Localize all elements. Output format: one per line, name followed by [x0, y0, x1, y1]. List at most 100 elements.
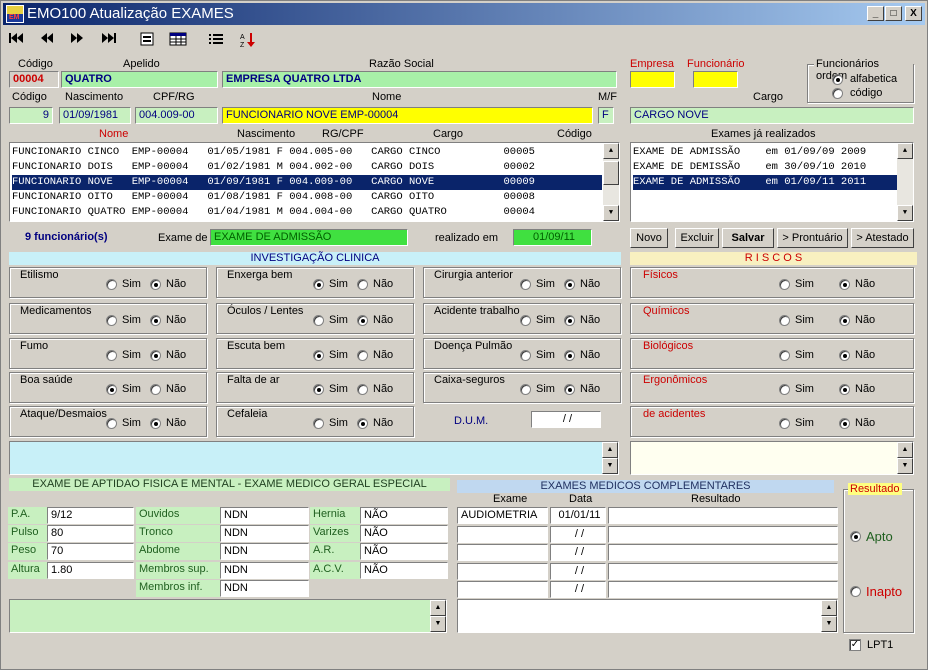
riscos-notes[interactable] — [630, 441, 914, 475]
scroll-thumb[interactable] — [603, 161, 619, 185]
novo-button[interactable]: Novo — [630, 228, 668, 248]
sim-radio[interactable] — [106, 315, 117, 326]
nome-field[interactable]: FUNCIONARIO NOVE EMP-00004 — [222, 107, 593, 124]
salvar-button[interactable]: Salvar — [722, 228, 774, 248]
sim-radio[interactable] — [520, 279, 531, 290]
list-item[interactable]: EXAME DE ADMISSÃO em 01/09/09 2009 — [633, 145, 897, 160]
aptidao-field[interactable]: NÃO — [360, 507, 448, 524]
ordem-alfabetica-radio[interactable] — [832, 74, 843, 85]
minimize-button[interactable]: _ — [867, 6, 884, 21]
comp-data-field[interactable]: / / — [550, 544, 606, 561]
comp-data-field[interactable]: 01/01/11 — [550, 507, 606, 524]
employee-list-scrollbar[interactable]: ▲ ▼ — [603, 143, 619, 221]
title-bar[interactable]: EM EMO100 Atualização EXAMES _ □ X — [3, 3, 925, 25]
sim-radio[interactable] — [313, 279, 324, 290]
cpf-field[interactable]: 004.009-00 — [135, 107, 218, 124]
prev-record-icon[interactable] — [35, 28, 59, 50]
nao-radio[interactable] — [564, 279, 575, 290]
comp-data-field[interactable]: / / — [550, 562, 606, 580]
aptidao-field[interactable]: 80 — [47, 525, 134, 542]
aptidao-field[interactable]: NDN — [220, 562, 309, 579]
comp-data-field[interactable]: / / — [550, 525, 606, 543]
emp-code-field[interactable]: 9 — [9, 107, 53, 124]
scroll-down-icon[interactable]: ▼ — [897, 458, 913, 474]
sim-radio[interactable] — [779, 350, 790, 361]
complementares-notes[interactable] — [457, 599, 838, 633]
realizado-em-field[interactable]: 01/09/11 — [513, 229, 592, 246]
nao-radio[interactable] — [357, 350, 368, 361]
list-item[interactable]: EXAME DE ADMISSÃO em 01/09/11 2011 — [633, 175, 897, 190]
comp-resultado-field[interactable] — [608, 562, 838, 580]
sim-radio[interactable] — [106, 350, 117, 361]
first-record-icon[interactable] — [4, 28, 28, 50]
nao-radio[interactable] — [839, 384, 850, 395]
aptidao-field[interactable]: NDN — [220, 543, 309, 560]
scroll-down-icon[interactable]: ▼ — [603, 205, 619, 221]
comp-exame-field[interactable] — [457, 544, 548, 561]
list-icon[interactable] — [204, 28, 228, 50]
list-item[interactable]: FUNCIONARIO QUATRO EMP-00004 01/04/1981 … — [12, 205, 602, 220]
excluir-button[interactable]: Excluir — [675, 228, 719, 248]
nao-radio[interactable] — [150, 384, 161, 395]
sim-radio[interactable] — [779, 279, 790, 290]
employee-list[interactable]: FUNCIONARIO CINCO EMP-00004 01/05/1981 F… — [9, 142, 620, 222]
table-view-icon[interactable] — [166, 28, 190, 50]
scroll-up-icon[interactable]: ▲ — [603, 143, 619, 159]
empresa-filter-field[interactable] — [630, 71, 675, 88]
nascimento-field[interactable]: 01/09/1981 — [59, 107, 131, 124]
scroll-down-icon[interactable]: ▼ — [602, 458, 618, 474]
aptidao-notes[interactable] — [9, 599, 447, 633]
sim-radio[interactable] — [779, 315, 790, 326]
sim-radio[interactable] — [520, 315, 531, 326]
aptidao-notes-scrollbar[interactable]: ▲ ▼ — [430, 600, 446, 632]
mf-field[interactable]: F — [598, 107, 614, 124]
company-code-field[interactable]: 00004 — [9, 71, 59, 88]
scroll-down-icon[interactable]: ▼ — [821, 616, 837, 632]
prontuario-button[interactable]: > Prontuário — [777, 228, 848, 248]
list-item[interactable]: FUNCIONARIO CINCO EMP-00004 01/05/1981 F… — [12, 145, 602, 160]
list-item[interactable]: EXAME DE DEMISSÃO em 30/09/10 2010 — [633, 160, 897, 175]
nao-radio[interactable] — [357, 418, 368, 429]
sim-radio[interactable] — [313, 418, 324, 429]
resultado-apto-radio[interactable] — [850, 531, 861, 542]
comp-exame-field[interactable]: AUDIOMETRIA — [457, 507, 548, 524]
sim-radio[interactable] — [779, 384, 790, 395]
scroll-down-icon[interactable]: ▼ — [897, 205, 913, 221]
scroll-up-icon[interactable]: ▲ — [821, 600, 837, 616]
comp-resultado-field[interactable] — [608, 581, 838, 598]
ordem-codigo-radio[interactable] — [832, 88, 843, 99]
nao-radio[interactable] — [357, 279, 368, 290]
nao-radio[interactable] — [150, 350, 161, 361]
nao-radio[interactable] — [150, 315, 161, 326]
sim-radio[interactable] — [313, 350, 324, 361]
nao-radio[interactable] — [839, 315, 850, 326]
aptidao-field[interactable]: NDN — [220, 507, 309, 524]
comp-resultado-field[interactable] — [608, 525, 838, 543]
sim-radio[interactable] — [520, 350, 531, 361]
aptidao-field[interactable]: NÃO — [360, 543, 448, 560]
nao-radio[interactable] — [839, 418, 850, 429]
scroll-up-icon[interactable]: ▲ — [602, 442, 618, 458]
comp-exame-field[interactable] — [457, 581, 548, 598]
exame-de-field[interactable]: EXAME DE ADMISSÃO — [210, 229, 408, 246]
list-item[interactable]: FUNCIONARIO DOIS EMP-00004 01/02/1981 M … — [12, 160, 602, 175]
riscos-notes-scrollbar[interactable]: ▲ ▼ — [897, 442, 913, 474]
nao-radio[interactable] — [564, 384, 575, 395]
nao-radio[interactable] — [150, 279, 161, 290]
aptidao-field[interactable]: NDN — [220, 525, 309, 542]
comp-exame-field[interactable] — [457, 562, 548, 580]
scroll-up-icon[interactable]: ▲ — [897, 143, 913, 159]
sim-radio[interactable] — [779, 418, 790, 429]
complementares-notes-scrollbar[interactable]: ▲ ▼ — [821, 600, 837, 632]
razao-social-field[interactable]: EMPRESA QUATRO LTDA — [222, 71, 617, 88]
scroll-down-icon[interactable]: ▼ — [430, 616, 446, 632]
exames-list-scrollbar[interactable]: ▲ ▼ — [897, 143, 913, 221]
funcionario-filter-field[interactable] — [693, 71, 738, 88]
nao-radio[interactable] — [564, 350, 575, 361]
atestado-button[interactable]: > Atestado — [851, 228, 914, 248]
aptidao-field[interactable]: 9/12 — [47, 507, 134, 524]
aptidao-field[interactable]: NDN — [220, 580, 309, 597]
sim-radio[interactable] — [313, 384, 324, 395]
aptidao-field[interactable]: NÃO — [360, 562, 448, 579]
sort-az-icon[interactable]: AZ — [236, 28, 260, 50]
